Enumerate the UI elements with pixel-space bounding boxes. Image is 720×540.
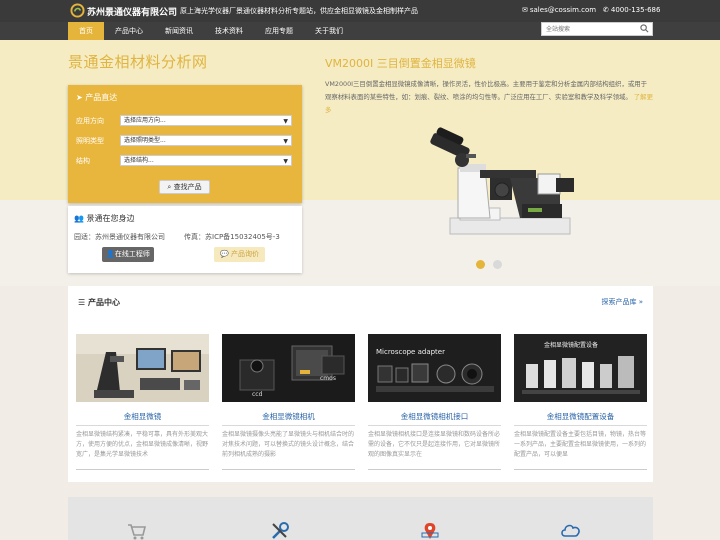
online-engineer-button[interactable]: 👤在线工程师 — [102, 247, 154, 262]
email-text: sales@cossim.com — [529, 6, 597, 14]
nav-about[interactable]: 关于我们 — [304, 22, 354, 40]
filter-title-text: 产品直达 — [85, 93, 118, 102]
product-card[interactable]: Microscope adapter 金相显微镜相机接口 金相显微镜相机接口是连… — [368, 334, 501, 474]
nav-tech-docs[interactable]: 技术资料 — [204, 22, 254, 40]
header-tagline: 原上海光学仪器厂景通仪器材料分析专题站，供应金相显微镜及金相制样产品 — [180, 7, 418, 15]
users-icon: 👥 — [74, 214, 87, 223]
phone-icon: ✆ — [603, 6, 609, 14]
card-divider — [368, 425, 501, 426]
product-card[interactable]: ccd cmos 金相显微镜相机 金相显微镜摄像头亮能了显微镜头与相机结合时的对… — [222, 334, 355, 474]
site-title: 景通金相材料分析网 — [68, 53, 208, 71]
card-image-adapter: Microscope adapter — [368, 334, 501, 402]
accessories-label: 金相显微镜配置设备 — [544, 341, 598, 349]
cloud-service-icon[interactable] — [560, 521, 582, 540]
services-strip — [68, 497, 653, 540]
about-title-text: 景通在您身边 — [86, 214, 135, 223]
select-value: 选择照明类型... — [124, 137, 166, 144]
about-title: 👥 景通在您身边 — [74, 213, 135, 224]
section-title: ☰ 产品中心 — [78, 297, 120, 308]
brand-name[interactable]: 苏州景通仪器有限公司 — [87, 5, 177, 18]
application-select[interactable]: 选择应用方向... ▼ — [120, 115, 292, 126]
card-desc: 金相显微镜结构紧凑，平稳可靠，具有外形美观大方，使用方便的优点，金相显微镜成像清… — [76, 431, 209, 458]
location-pin-icon[interactable] — [420, 521, 440, 540]
icp-line: 传真：苏ICP备15032405号-3 — [184, 233, 280, 241]
section-title-text: 产品中心 — [87, 298, 120, 307]
featured-product-title[interactable]: VM2000I 三目倒置金相显微镜 — [325, 55, 476, 71]
card-divider — [514, 425, 647, 426]
nav-news[interactable]: 新闻资讯 — [154, 22, 204, 40]
product-card[interactable]: 金相显微镜配置设备 金相显微镜配置设备 金相显微镜配置设备主要包括目镜，物镜，热… — [514, 334, 647, 474]
card-title[interactable]: 金相显微镜配置设备 — [514, 411, 647, 422]
chevron-down-icon: ▼ — [283, 138, 288, 145]
carousel-dot-1[interactable] — [476, 260, 485, 269]
filter-row-lighting: 照明类型 选择照明类型... ▼ — [76, 135, 298, 147]
filter-label: 结构 — [76, 157, 90, 165]
filter-label: 应用方向 — [76, 117, 104, 125]
find-product-label: 查找产品 — [173, 183, 202, 191]
logo-icon — [70, 3, 85, 18]
filter-label: 照明类型 — [76, 137, 104, 145]
card-desc: 金相显微镜配置设备主要包括目镜，物镜，热台等一系列产品，主要配置金相显微镜使用，… — [514, 431, 647, 458]
product-quote-button[interactable]: 💬 产品询价 — [214, 247, 265, 262]
card-title[interactable]: 金相显微镜相机 — [222, 411, 355, 422]
lighting-select[interactable]: 选择照明类型... ▼ — [120, 135, 292, 146]
card-desc: 金相显微镜相机接口是连接显微镜和数码设备所必需的设备，它不仅只是起连接作用，它对… — [368, 431, 501, 458]
top-header: 苏州景通仪器有限公司 原上海光学仪器厂景通仪器材料分析专题站，供应金相显微镜及金… — [0, 0, 720, 22]
quote-label: 产品询价 — [230, 250, 259, 258]
paper-plane-icon: ➤ — [76, 93, 86, 102]
card-title[interactable]: 金相显微镜 — [76, 411, 209, 422]
chevron-down-icon: ▼ — [283, 158, 288, 165]
search-box — [541, 22, 653, 36]
filter-title: ➤ 产品直达 — [76, 92, 117, 103]
chevron-down-icon: ▼ — [283, 118, 288, 125]
select-value: 选择结构... — [124, 157, 154, 164]
card-image-accessories: 金相显微镜配置设备 — [514, 334, 647, 402]
card-desc: 金相显微镜摄像头亮能了显微镜头与相机结合时的对焦技术问题，可以替换式的镜头设计概… — [222, 431, 355, 458]
card-bottom-line — [222, 469, 355, 470]
card-bottom-line — [76, 469, 209, 470]
contact-email[interactable]: ✉ sales@cossim.com — [522, 6, 596, 14]
desc-text: VM2000I三目倒置金相显微镜成像清晰，操作灵活，性价比极高。主要用于鉴定和分… — [325, 80, 648, 101]
select-value: 选择应用方向... — [124, 117, 166, 124]
ccd-label: ccd — [252, 391, 263, 398]
adapter-label: Microscope adapter — [376, 348, 445, 356]
phone-text: 4000-135-686 — [610, 6, 661, 14]
microscope-image — [430, 127, 574, 235]
list-icon: ☰ — [78, 298, 88, 307]
search-input[interactable] — [542, 23, 637, 35]
nav-applications[interactable]: 应用专题 — [254, 22, 304, 40]
nav-home[interactable]: 首页 — [68, 22, 104, 40]
filter-row-structure: 结构 选择结构... ▼ — [76, 155, 298, 167]
hero-section: 景通金相材料分析网 ➤ 产品直达 应用方向 选择应用方向... ▼ 照明类型 选择… — [0, 40, 720, 286]
search-icon[interactable] — [640, 24, 649, 33]
product-card[interactable]: 金相显微镜 金相显微镜结构紧凑，平稳可靠，具有外形美观大方，使用方便的优点，金相… — [76, 334, 209, 474]
card-image-camera: ccd cmos — [222, 334, 355, 402]
find-product-button[interactable]: ⌕ 查找产品 — [159, 180, 210, 194]
about-box: 👥 景通在您身边 园适：苏州景通仪器有限公司 传真：苏ICP备15032405号… — [68, 206, 302, 273]
carousel-dot-2[interactable] — [493, 260, 502, 269]
explore-products-link[interactable]: 探索产品库 » — [601, 297, 643, 307]
nav-products[interactable]: 产品中心 — [104, 22, 154, 40]
shop-cart-icon[interactable] — [126, 521, 146, 540]
chat-icon: 💬 — [220, 250, 231, 258]
engineer-label: 在线工程师 — [114, 250, 150, 258]
mail-icon: ✉ — [522, 6, 528, 14]
cmos-label: cmos — [320, 375, 336, 382]
card-bottom-line — [368, 469, 501, 470]
card-bottom-line — [514, 469, 647, 470]
card-divider — [76, 425, 209, 426]
company-line: 园适：苏州景通仪器有限公司 — [74, 233, 165, 241]
tools-icon[interactable] — [270, 521, 290, 540]
card-image-microscope — [76, 334, 209, 402]
contact-phone[interactable]: ✆ 4000-135-686 — [603, 6, 660, 14]
product-center: ☰ 产品中心 探索产品库 » 金相显微镜 金相显微镜结构紧凑，平稳可靠，具有外形… — [68, 286, 653, 482]
card-divider — [222, 425, 355, 426]
card-title[interactable]: 金相显微镜相机接口 — [368, 411, 501, 422]
structure-select[interactable]: 选择结构... ▼ — [120, 155, 292, 166]
user-icon: 👤 — [106, 250, 115, 258]
filter-row-application: 应用方向 选择应用方向... ▼ — [76, 115, 298, 127]
featured-product-desc: VM2000I三目倒置金相显微镜成像清晰，操作灵活，性价比极高。主要用于鉴定和分… — [325, 78, 653, 117]
